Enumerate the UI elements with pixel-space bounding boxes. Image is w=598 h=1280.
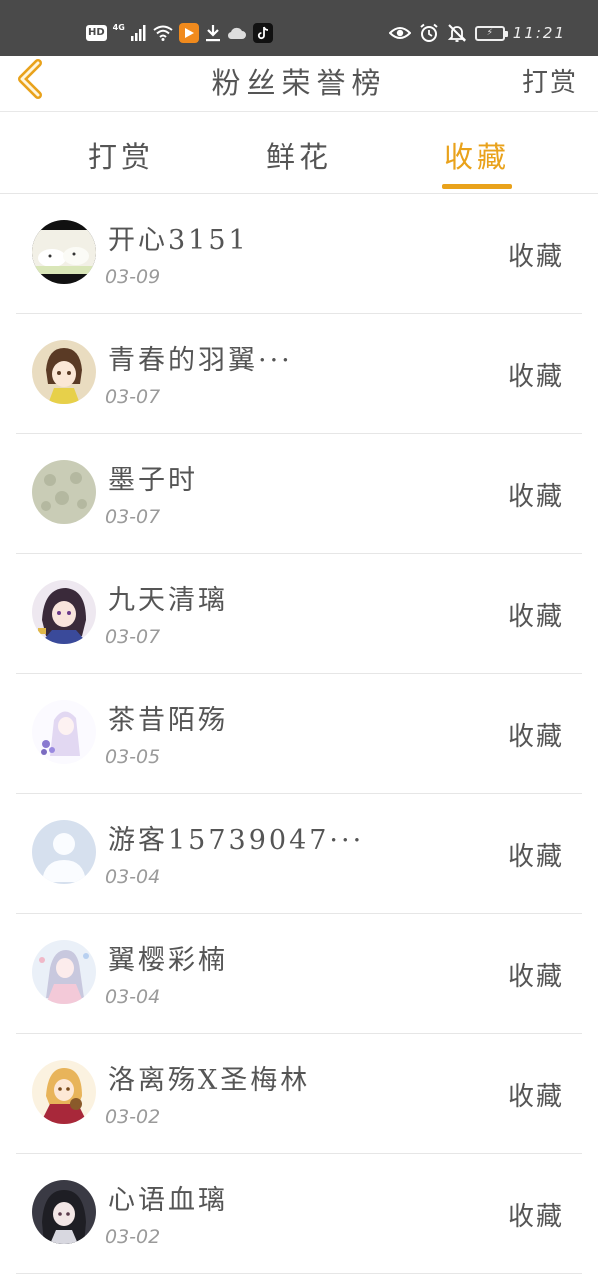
hd-badge: HD xyxy=(86,25,107,41)
favorite-label: 收藏 xyxy=(507,602,564,632)
user-name: 翼樱彩楠 xyxy=(108,945,228,976)
item-date: 03-04 xyxy=(105,986,161,1008)
fan-list: 开心3151 03-09 收藏 青春的羽翼··· 03-07 收藏 墨子时 03… xyxy=(0,194,598,1274)
wifi-icon xyxy=(153,25,173,41)
battery-icon: ⚡ xyxy=(474,25,508,41)
reward-button[interactable]: 打赏 xyxy=(522,62,578,99)
user-name: 游客15739047··· xyxy=(108,825,365,856)
eye-icon xyxy=(388,27,411,39)
list-item[interactable]: 心语血璃 03-02 收藏 xyxy=(0,1154,598,1274)
tab-bar: 打赏 鲜花 收藏 xyxy=(0,112,598,194)
avatar xyxy=(32,340,96,404)
video-app-icon xyxy=(178,23,199,43)
bell-off-icon xyxy=(447,24,466,42)
item-date: 03-07 xyxy=(105,506,161,528)
avatar xyxy=(32,220,96,284)
user-name: 墨子时 xyxy=(108,465,198,496)
alarm-icon xyxy=(420,23,438,42)
avatar xyxy=(32,1180,96,1244)
active-tab-indicator xyxy=(442,184,512,189)
avatar xyxy=(32,1060,96,1124)
user-name: 青春的羽翼··· xyxy=(108,345,293,376)
avatar xyxy=(32,700,96,764)
network-type: 4G xyxy=(112,23,125,32)
favorite-label: 收藏 xyxy=(507,482,564,512)
favorite-label: 收藏 xyxy=(507,962,564,992)
status-bar: HD 4G ⚡ 11:21 xyxy=(0,0,598,56)
nav-bar: 粉丝荣誉榜 打赏 xyxy=(0,56,598,112)
favorite-label: 收藏 xyxy=(507,1082,564,1112)
item-date: 03-02 xyxy=(105,1106,161,1128)
item-date: 03-02 xyxy=(105,1226,161,1248)
signal-icon xyxy=(130,25,146,41)
avatar xyxy=(32,580,96,644)
tab-reward[interactable]: 打赏 xyxy=(76,134,166,176)
download-icon xyxy=(205,25,220,42)
list-item[interactable]: 九天清璃 03-07 收藏 xyxy=(0,554,598,674)
user-name: 茶昔陌殇 xyxy=(108,705,228,736)
avatar xyxy=(32,940,96,1004)
cloud-icon xyxy=(227,27,246,40)
item-date: 03-07 xyxy=(105,626,161,648)
item-date: 03-09 xyxy=(105,266,161,288)
tab-flowers[interactable]: 鲜花 xyxy=(254,134,344,176)
list-item[interactable]: 茶昔陌殇 03-05 收藏 xyxy=(0,674,598,794)
item-date: 03-07 xyxy=(105,386,161,408)
favorite-label: 收藏 xyxy=(507,1202,564,1232)
status-right-icons: ⚡ 11:21 xyxy=(388,22,566,44)
user-name: 心语血璃 xyxy=(108,1185,228,1216)
tab-favorites[interactable]: 收藏 xyxy=(432,134,522,176)
tiktok-icon xyxy=(252,23,273,43)
page-title: 粉丝荣誉榜 xyxy=(211,66,387,100)
item-date: 03-04 xyxy=(105,866,161,888)
list-item[interactable]: 墨子时 03-07 收藏 xyxy=(0,434,598,554)
list-item[interactable]: 青春的羽翼··· 03-07 收藏 xyxy=(0,314,598,434)
list-item[interactable]: 游客15739047··· 03-04 收藏 xyxy=(0,794,598,914)
favorite-label: 收藏 xyxy=(507,722,564,752)
user-name: 九天清璃 xyxy=(108,585,228,616)
avatar xyxy=(32,460,96,524)
status-left-icons: HD 4G xyxy=(86,22,273,44)
list-item[interactable]: 开心3151 03-09 收藏 xyxy=(0,194,598,314)
user-name: 开心3151 xyxy=(108,225,249,256)
favorite-label: 收藏 xyxy=(507,242,564,272)
list-item[interactable]: 翼樱彩楠 03-04 收藏 xyxy=(0,914,598,1034)
favorite-label: 收藏 xyxy=(507,362,564,392)
user-name: 洛离殇X圣梅林 xyxy=(108,1065,311,1096)
list-item[interactable]: 洛离殇X圣梅林 03-02 收藏 xyxy=(0,1034,598,1154)
favorite-label: 收藏 xyxy=(507,842,564,872)
item-date: 03-05 xyxy=(105,746,161,768)
status-time: 11:21 xyxy=(512,24,566,42)
avatar xyxy=(32,820,96,884)
